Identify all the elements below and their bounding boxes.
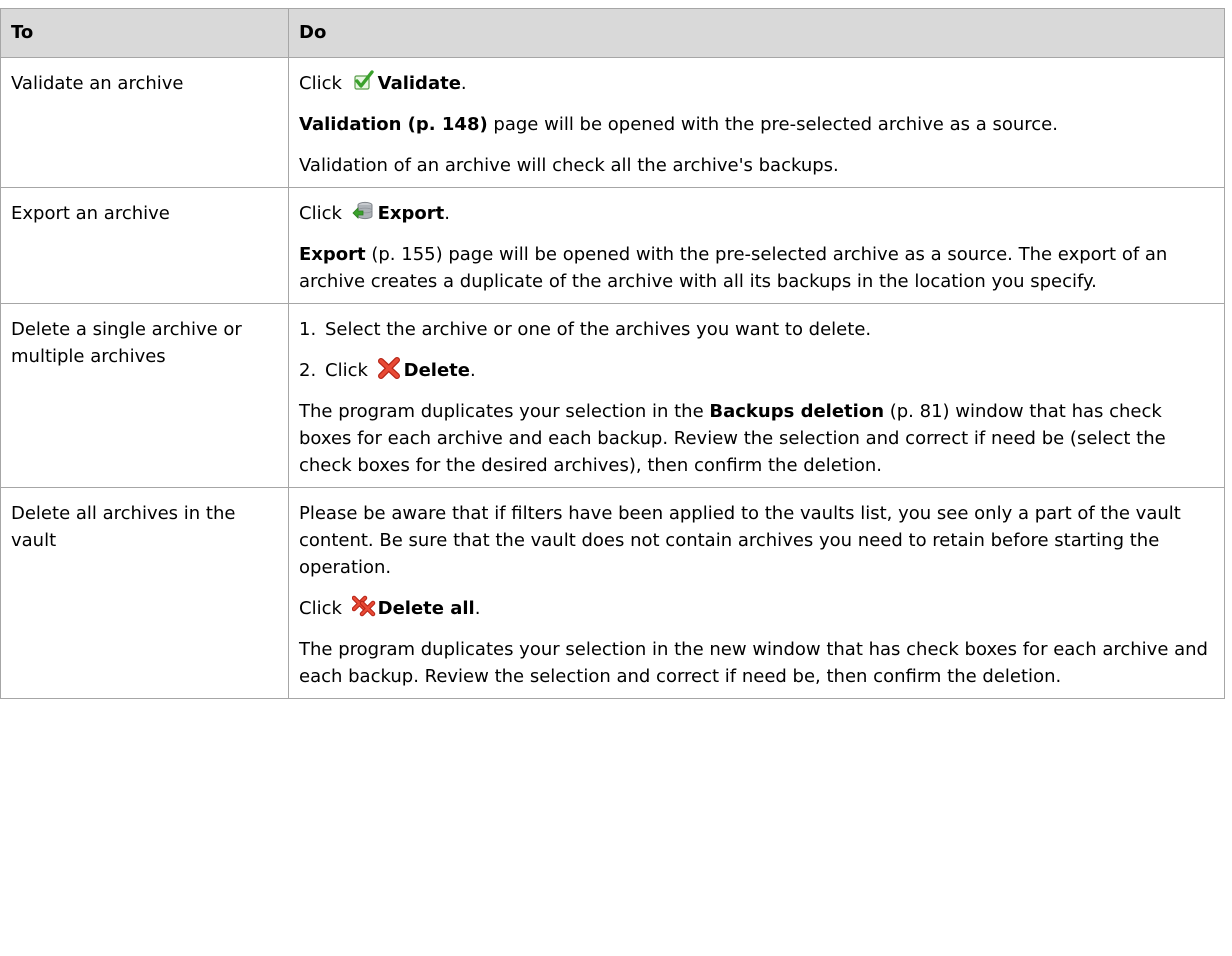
row-do-cell: Click Export. Export (p. 155) page will … [288,187,1225,304]
delete-x-icon [377,357,400,379]
export-action-label: Export [377,203,445,224]
instruction-line: Click Export. [299,200,1214,227]
description-paragraph: The program duplicates your selection in… [299,639,1208,687]
table-row: Delete a single archive or multiple arch… [0,303,1225,488]
backups-deletion-link[interactable]: Backups deletion [709,401,884,422]
actions-table: To Do Validate an archive Click Validate… [0,8,1225,699]
step-2: 2. Click Delete. [299,357,1214,384]
delete-all-action-label: Delete all [377,598,475,619]
step-1: 1. Select the archive or one of the archi… [299,319,872,340]
row-to-cell: Delete all archives in the vault [0,487,289,699]
row-to-cell: Validate an archive [0,57,289,188]
header-do: Do [288,8,1225,58]
row-do-cell: 1. Select the archive or one of the archi… [288,303,1225,488]
description-paragraph: Export (p. 155) page will be opened with… [299,244,1168,292]
validate-action-label: Validate [377,73,461,94]
validation-link[interactable]: Validation (p. 148) [299,114,488,135]
table-row: Validate an archive Click Validate. Vali… [0,57,1225,188]
delete-action-label: Delete [403,360,470,381]
table-header-row: To Do [0,8,1225,58]
row-to-cell: Export an archive [0,187,289,304]
table-row: Export an archive Click Export. Export (… [0,187,1225,304]
export-link[interactable]: Export [299,244,366,265]
instruction-line: Click Delete all. [299,595,1214,622]
instruction-line: Click Validate. [299,70,1214,97]
header-to: To [0,8,289,58]
description-paragraph: Please be aware that if filters have bee… [299,503,1181,578]
delete-all-x-icon [351,595,375,617]
row-to-cell: Delete a single archive or multiple arch… [0,303,289,488]
row-do-cell: Please be aware that if filters have bee… [288,487,1225,699]
row-do-cell: Click Validate. Validation (p. 148) page… [288,57,1225,188]
table-row: Delete all archives in the vault Please … [0,487,1225,699]
validate-check-icon [352,70,374,92]
export-database-icon [352,200,374,222]
description-paragraph: Validation (p. 148) page will be opened … [299,114,1058,135]
description-paragraph: The program duplicates your selection in… [299,401,1166,476]
description-paragraph: Validation of an archive will check all … [299,155,839,176]
